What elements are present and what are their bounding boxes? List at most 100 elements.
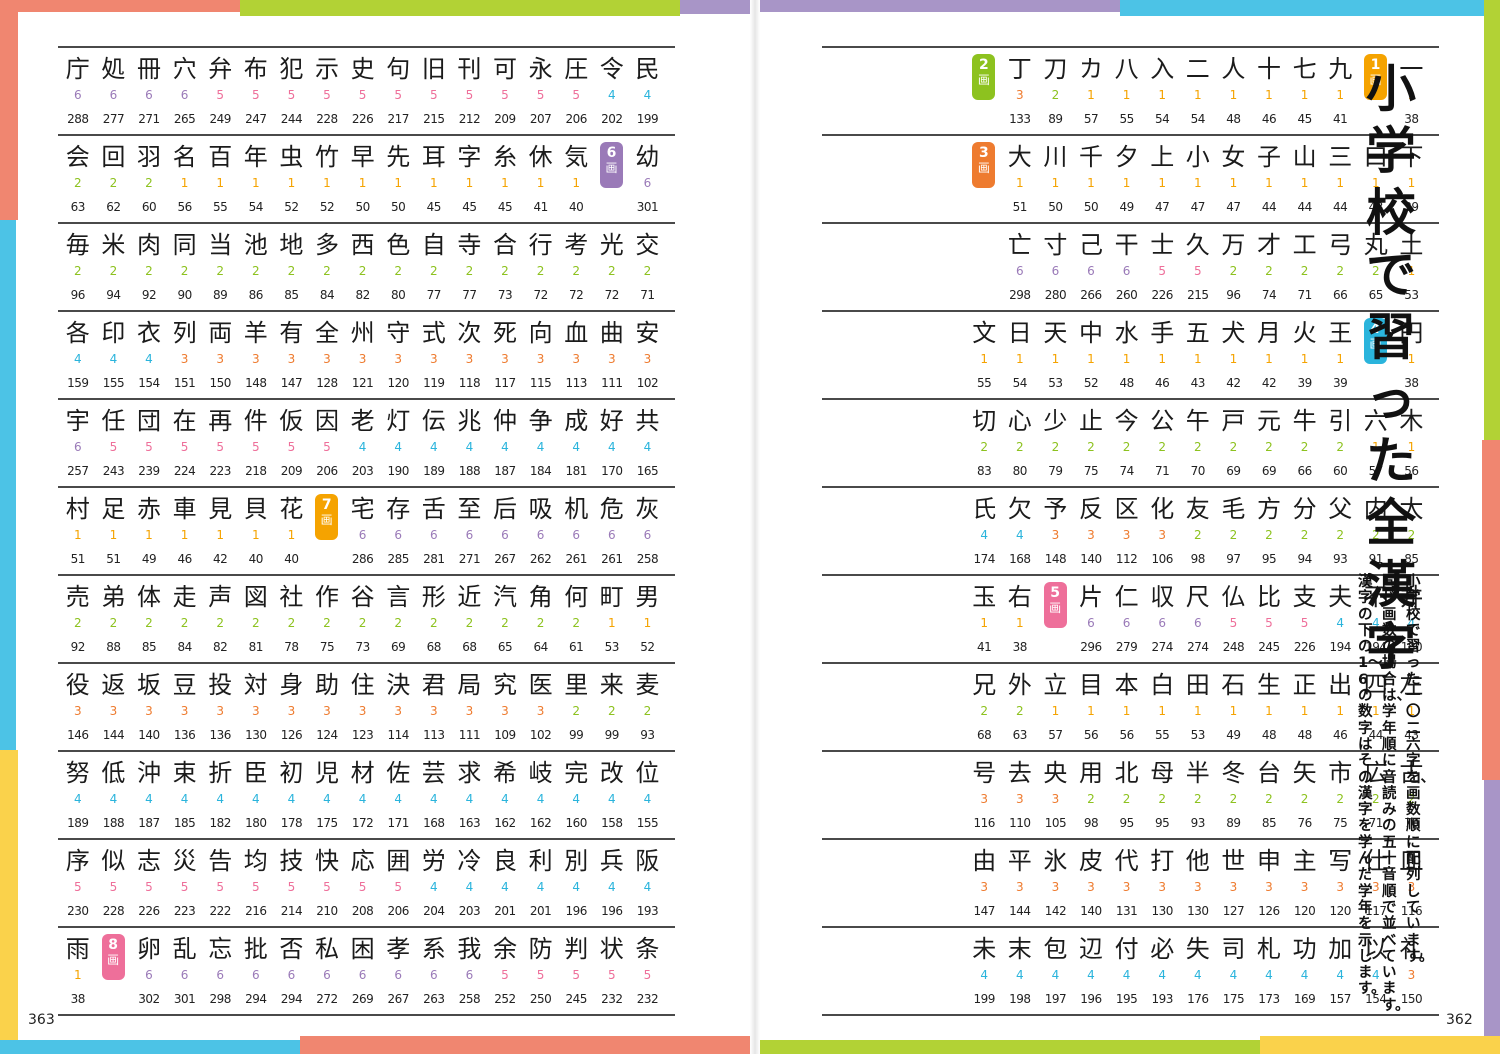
kanji-character: 芸: [421, 759, 446, 787]
kanji-row: 位 4 155 改 4 158 完 4 160 岐 4 162 希 4 162 求 4 163 芸 4 168 佐 4 171…: [58, 750, 675, 838]
kanji-character: 別: [564, 847, 589, 875]
kanji-cell: 山 1 44: [1287, 136, 1323, 222]
grade-number: 3: [216, 352, 224, 366]
page-reference: 210: [316, 904, 338, 918]
kanji-cell: 方 2 95: [1251, 488, 1287, 574]
stroke-count-marker: 2画: [966, 48, 1002, 134]
kanji-character: 君: [421, 671, 446, 699]
stroke-count-suffix: 画: [320, 513, 333, 527]
kanji-cell: 令 4 202: [594, 48, 630, 134]
page-reference: 245: [1258, 640, 1280, 654]
kanji-cell: 冷 4 203: [452, 840, 488, 926]
kanji-cell: 辺 4 196: [1073, 928, 1109, 1014]
page-reference: 62: [106, 200, 121, 214]
kanji-cell: 各 4 159: [60, 312, 96, 398]
grade-number: 3: [1015, 880, 1024, 894]
kanji-cell: 車 1 46: [167, 488, 203, 574]
grade-number: 2: [1300, 264, 1309, 278]
grade-number: 1: [1300, 88, 1309, 102]
kanji-cell: 西 2 82: [345, 224, 381, 310]
kanji-cell: 仲 4 187: [487, 400, 523, 486]
stroke-count-marker: 6画: [594, 136, 630, 222]
kanji-character: 寺: [457, 231, 482, 259]
grade-number: 1: [1087, 352, 1095, 366]
kanji-character: 仲: [492, 407, 517, 435]
page-reference: 147: [973, 904, 995, 918]
grade-number: 5: [607, 968, 616, 982]
kanji-cell: 子 1 44: [1251, 136, 1287, 222]
kanji-character: 赤: [136, 495, 161, 523]
page-reference: 68: [426, 640, 442, 654]
kanji-character: 己: [1078, 231, 1103, 259]
kanji-character: 足: [101, 495, 126, 523]
page-reference: 54: [1190, 112, 1206, 126]
grade-number: 5: [358, 880, 367, 894]
kanji-character: 谷: [350, 583, 375, 611]
grade-number: 1: [572, 176, 580, 190]
page-reference: 60: [1333, 464, 1348, 478]
grade-number: 5: [180, 880, 189, 894]
page-reference: 296: [1080, 640, 1102, 654]
page-reference: 84: [319, 288, 335, 302]
grade-number: 2: [1122, 440, 1131, 454]
grade-number: 3: [1265, 880, 1273, 894]
kanji-character: 曲: [599, 319, 624, 347]
kanji-character: 王: [1328, 319, 1353, 347]
kanji-character: 父: [1328, 495, 1353, 523]
kanji-cell: 必 4 193: [1144, 928, 1180, 1014]
grade-number: 1: [429, 176, 438, 190]
kanji-cell: 化 3 106: [1144, 488, 1180, 574]
kanji-cell: 同 2 90: [167, 224, 203, 310]
grade-number: 4: [643, 440, 652, 454]
grade-number: 1: [465, 176, 474, 190]
page-reference: 116: [973, 816, 995, 830]
kanji-cell: 王 1 39: [1322, 312, 1358, 398]
page-reference: 158: [601, 816, 623, 830]
grade-number: 6: [1122, 616, 1131, 630]
kanji-cell: 写 3 120: [1322, 840, 1358, 926]
grade-number: 1: [1051, 704, 1060, 718]
kanji-character: 氷: [1043, 847, 1068, 875]
page-reference: 53: [604, 640, 620, 654]
kanji-character: 対: [243, 671, 268, 699]
grade-number: 3: [1051, 792, 1060, 806]
kanji-character: 材: [350, 759, 375, 787]
grade-number: 2: [536, 264, 545, 278]
grade-number: 2: [536, 616, 545, 630]
kanji-character: 幼: [635, 143, 660, 171]
stroke-count-marker: 7画: [309, 488, 345, 574]
page-reference: 154: [138, 376, 160, 390]
kanji-character: 角: [528, 583, 553, 611]
kanji-character: 束: [172, 759, 197, 787]
kanji-cell: 手 1 46: [1144, 312, 1180, 398]
grade-number: 2: [1015, 704, 1024, 718]
kanji-cell: 毎 2 96: [60, 224, 96, 310]
page-reference: 41: [977, 640, 992, 654]
kanji-cell: 夕 1 49: [1109, 136, 1145, 222]
kanji-character: 名: [172, 143, 197, 171]
page-reference: 228: [316, 112, 338, 126]
grade-number: 2: [1229, 264, 1238, 278]
kanji-cell: 角 2 64: [523, 576, 559, 662]
kanji-character: 加: [1328, 935, 1353, 963]
deco-strip-right-green: [1484, 0, 1500, 440]
grade-number: 5: [323, 440, 331, 454]
grade-number: 5: [1265, 616, 1273, 630]
page-reference: 301: [636, 200, 659, 214]
kanji-character: 位: [635, 759, 660, 787]
grade-number: 2: [465, 264, 474, 278]
grade-number: 2: [1229, 528, 1238, 542]
kanji-character: 氏: [972, 495, 997, 523]
page-reference: 68: [977, 728, 992, 742]
kanji-cell: 衣 4 154: [131, 312, 167, 398]
kanji-character: 立: [1043, 671, 1068, 699]
kanji-cell: 午 2 70: [1180, 400, 1216, 486]
kanji-cell: 余 5 252: [487, 928, 523, 1014]
page-reference: 47: [1155, 200, 1170, 214]
page-reference: 54: [1012, 376, 1028, 390]
page-reference: 128: [316, 376, 338, 390]
grade-number: 6: [1193, 616, 1202, 630]
page-reference: 45: [1297, 112, 1312, 126]
grade-number: 6: [358, 968, 367, 982]
grade-number: 5: [1193, 264, 1202, 278]
